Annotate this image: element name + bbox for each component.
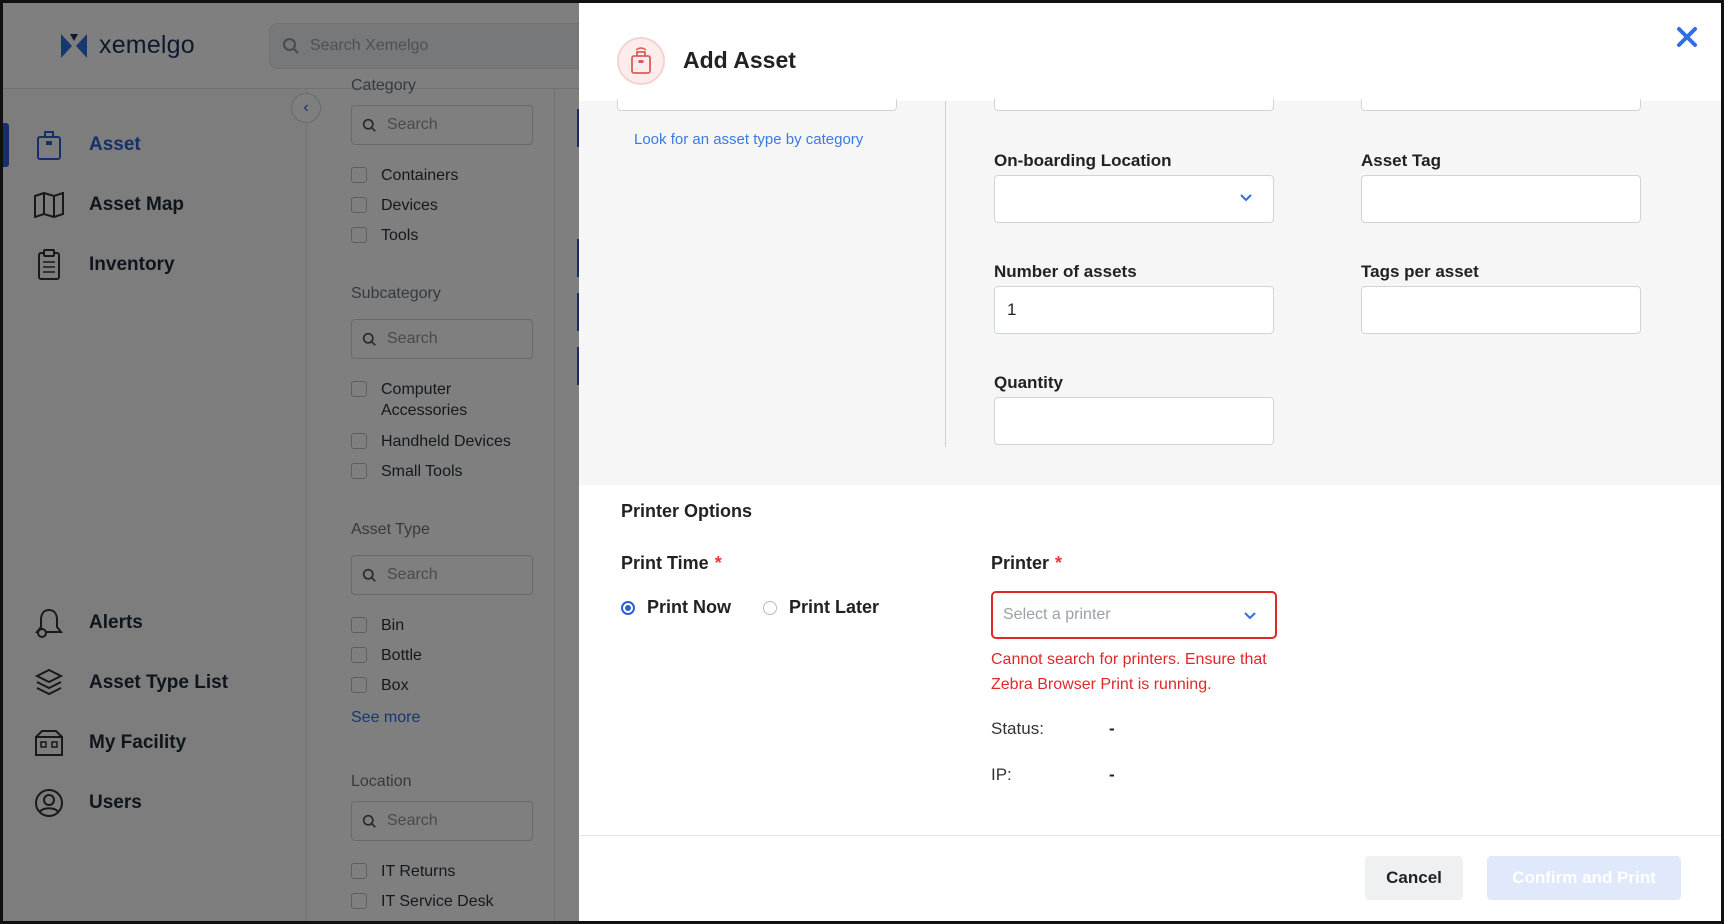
print-now-radio[interactable]: Print Now	[621, 597, 731, 618]
chevron-down-icon	[1244, 612, 1256, 620]
radio-selected[interactable]	[621, 600, 635, 615]
onboarding-location-label: On-boarding Location	[994, 151, 1172, 170]
cancel-button[interactable]: Cancel	[1365, 856, 1463, 900]
ip-value: -	[1109, 765, 1115, 784]
add-asset-modal: Add Asset Look for an asset type by cate…	[579, 3, 1721, 921]
modal-header: Add Asset	[579, 3, 1721, 101]
screen-frame: xemelgo Search Xemelgo Asset Asset Map	[0, 0, 1724, 924]
print-later-radio[interactable]: Print Later	[763, 597, 879, 618]
close-button[interactable]	[1669, 19, 1705, 55]
printer-label-text: Printer	[991, 553, 1050, 573]
asset-type-category-link[interactable]: Look for an asset type by category	[634, 131, 863, 148]
modal-title: Add Asset	[683, 47, 796, 73]
asset-tag-label: Asset Tag	[1361, 151, 1441, 170]
required-indicator: *	[1055, 553, 1063, 573]
confirm-and-print-button[interactable]: Confirm and Print	[1487, 856, 1681, 900]
asset-icon	[617, 37, 665, 85]
quantity-input[interactable]	[994, 397, 1274, 445]
tags-per-asset-label: Tags per asset	[1361, 262, 1479, 281]
status-label: Status:	[991, 719, 1044, 738]
modal-footer: Cancel Confirm and Print	[579, 835, 1721, 921]
printer-label: Printer *	[991, 553, 1062, 574]
asset-type-input[interactable]	[617, 99, 897, 111]
number-of-assets-label: Number of assets	[994, 262, 1137, 281]
print-now-label: Print Now	[647, 597, 731, 617]
asset-details-section: Look for an asset type by category On-bo…	[579, 99, 1721, 485]
ip-label: IP:	[991, 765, 1012, 784]
tags-per-asset-input[interactable]	[1361, 286, 1641, 334]
required-indicator: *	[714, 553, 722, 573]
number-of-assets-input[interactable]: 1	[994, 286, 1274, 334]
chevron-down-icon	[1240, 194, 1252, 202]
printer-error-message: Cannot search for printers. Ensure that …	[991, 651, 1267, 693]
print-time-label-text: Print Time	[621, 553, 709, 573]
onboarding-location-select[interactable]	[994, 175, 1274, 223]
printer-select-placeholder: Select a printer	[1003, 606, 1111, 623]
number-of-assets-value: 1	[1007, 300, 1017, 319]
printer-options-title: Printer Options	[621, 501, 753, 521]
field-input-above[interactable]	[1361, 99, 1641, 111]
print-later-label: Print Later	[789, 597, 880, 617]
status-value: -	[1109, 719, 1115, 738]
section-divider	[945, 101, 946, 447]
printer-select[interactable]: Select a printer	[991, 591, 1277, 639]
radio-unselected[interactable]	[763, 600, 777, 615]
print-time-label: Print Time *	[621, 553, 722, 574]
field-input-above[interactable]	[994, 99, 1274, 111]
quantity-label: Quantity	[994, 373, 1063, 392]
close-icon	[1677, 27, 1697, 47]
asset-tag-input[interactable]	[1361, 175, 1641, 223]
